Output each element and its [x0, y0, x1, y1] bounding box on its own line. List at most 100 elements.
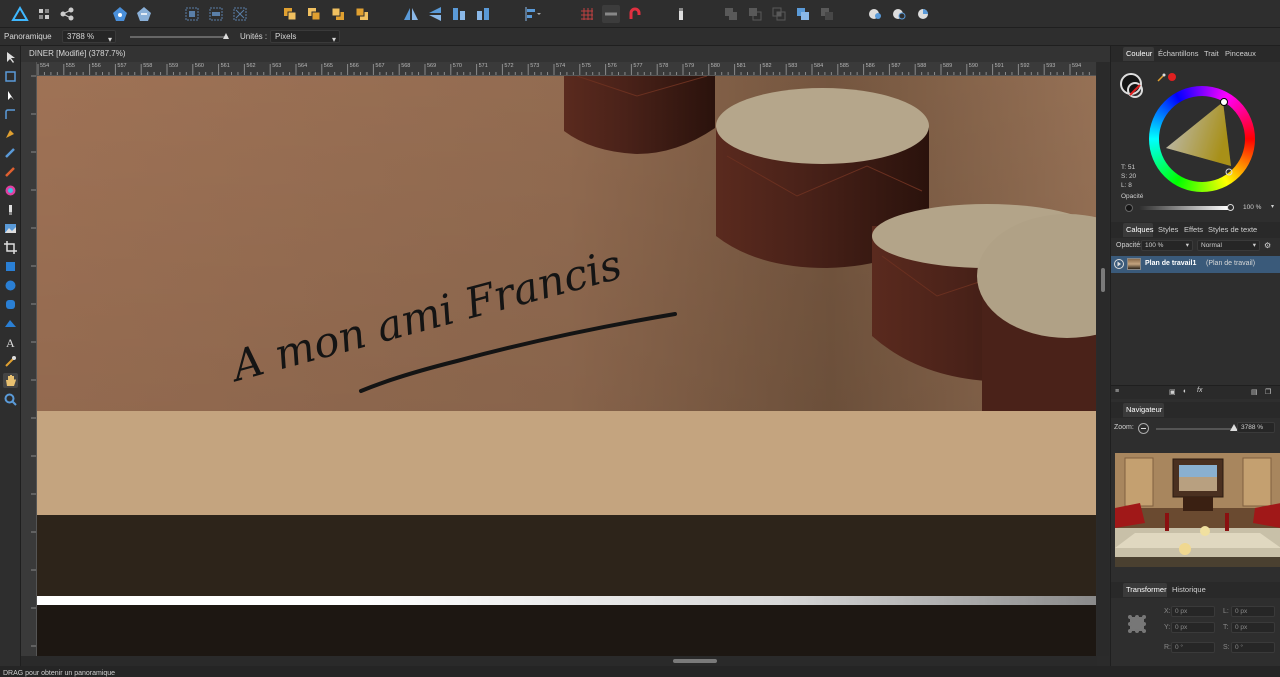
- tab-brushes[interactable]: Pinceaux: [1225, 49, 1256, 58]
- navigator-preview[interactable]: [1115, 453, 1280, 567]
- place-image-tool-icon[interactable]: [3, 221, 18, 236]
- fill-stroke-swatch-icon[interactable]: [1117, 70, 1151, 104]
- arrange-icon[interactable]: [231, 5, 249, 23]
- zoom-slider[interactable]: [130, 33, 229, 39]
- insert-icon[interactable]: [672, 5, 690, 23]
- units-select[interactable]: Pixels ▾: [270, 30, 340, 44]
- align-icon[interactable]: [207, 5, 225, 23]
- add-layer-icon[interactable]: ▤: [1251, 388, 1258, 396]
- anchor-point-selector-icon[interactable]: [1125, 612, 1149, 636]
- move-tool-icon[interactable]: [3, 50, 18, 65]
- transform-icon[interactable]: [183, 5, 201, 23]
- layer-visibility-icon[interactable]: [1114, 259, 1124, 269]
- arrange-forward-icon[interactable]: [329, 5, 347, 23]
- persona-export-icon[interactable]: [58, 5, 76, 23]
- x-field[interactable]: 0 px: [1171, 606, 1215, 617]
- tab-navigator[interactable]: Navigateur: [1126, 405, 1162, 414]
- zoom-slider-handle[interactable]: [223, 33, 229, 39]
- color-wheel[interactable]: [1149, 86, 1255, 192]
- fx-icon[interactable]: fx: [1197, 387, 1202, 394]
- horizontal-scrollbar[interactable]: [21, 656, 1097, 666]
- chevron-down-icon[interactable]: ▾: [1271, 203, 1274, 210]
- artboard-tool-icon[interactable]: [3, 69, 18, 84]
- width-field[interactable]: 0 px: [1231, 606, 1275, 617]
- recent-color-swatch[interactable]: [1168, 73, 1176, 81]
- tab-transform[interactable]: Transformer: [1126, 585, 1167, 594]
- shear-field[interactable]: 0 °: [1231, 642, 1275, 653]
- snapping-icon[interactable]: [135, 5, 153, 23]
- persona-pixel-icon[interactable]: [35, 5, 53, 23]
- nav-zoom-field[interactable]: 3788 %: [1237, 422, 1275, 433]
- rotate-left-icon[interactable]: [450, 5, 468, 23]
- gear-icon[interactable]: ⚙: [1264, 241, 1271, 250]
- opacity-slider-handle[interactable]: [1227, 204, 1234, 211]
- corner-tool-icon[interactable]: [3, 107, 18, 122]
- boolean-intersect-icon[interactable]: [770, 5, 788, 23]
- arrange-back-icon[interactable]: [281, 5, 299, 23]
- tab-stroke[interactable]: Trait: [1204, 49, 1219, 58]
- vertical-scroll-thumb[interactable]: [1101, 268, 1105, 292]
- tab-layers[interactable]: Calques: [1126, 225, 1154, 234]
- hand-tool-icon[interactable]: [3, 373, 18, 388]
- blend-mode-select[interactable]: Normal ▾: [1197, 240, 1260, 251]
- tab-text-styles[interactable]: Styles de texte: [1208, 225, 1257, 234]
- pencil-tool-icon[interactable]: [3, 145, 18, 160]
- opacity-slider[interactable]: [1139, 204, 1234, 211]
- shape-tool-icon[interactable]: [3, 316, 18, 331]
- color-picker-icon[interactable]: [1157, 72, 1167, 82]
- brush-tool-icon[interactable]: [3, 164, 18, 179]
- layers-options-icon[interactable]: ≡: [1115, 388, 1119, 395]
- boolean-combine-icon[interactable]: [866, 5, 884, 23]
- duplicate-layer-icon[interactable]: ❐: [1265, 388, 1271, 396]
- rectangle-tool-icon[interactable]: [3, 259, 18, 274]
- arrange-front-icon[interactable]: [353, 5, 371, 23]
- color-picker-tool-icon[interactable]: [3, 354, 18, 369]
- boolean-divide-icon[interactable]: [818, 5, 836, 23]
- flip-vertical-icon[interactable]: [426, 5, 444, 23]
- saturation-handle[interactable]: [1225, 168, 1233, 176]
- tab-swatches[interactable]: Échantillons: [1158, 49, 1198, 58]
- flip-horizontal-icon[interactable]: [402, 5, 420, 23]
- tab-styles[interactable]: Styles: [1158, 225, 1178, 234]
- adjustment-icon[interactable]: ◐: [1183, 388, 1187, 395]
- alignment-icon[interactable]: [523, 5, 541, 23]
- zoom-out-icon[interactable]: [1138, 423, 1149, 434]
- snap-icon[interactable]: [602, 5, 620, 23]
- rotate-right-icon[interactable]: [474, 5, 492, 23]
- clip-icon[interactable]: [914, 5, 932, 23]
- y-field[interactable]: 0 px: [1171, 622, 1215, 633]
- document-canvas[interactable]: A mon ami Francis: [37, 76, 1096, 656]
- boolean-add-icon[interactable]: [722, 5, 740, 23]
- layer-opacity-field[interactable]: 100 % ▾: [1141, 240, 1193, 251]
- tab-color[interactable]: Couleur: [1126, 49, 1152, 58]
- boolean-subtract-icon[interactable]: [746, 5, 764, 23]
- magnet-icon[interactable]: [626, 5, 644, 23]
- boolean-xor-icon[interactable]: [794, 5, 812, 23]
- transparency-tool-icon[interactable]: [3, 202, 18, 217]
- pen-tool-icon[interactable]: [3, 126, 18, 141]
- layer-row[interactable]: Plan de travail1 (Plan de travail): [1111, 256, 1280, 273]
- grid-icon[interactable]: [578, 5, 596, 23]
- mask-icon[interactable]: ▣: [1169, 388, 1176, 396]
- ellipse-tool-icon[interactable]: [3, 278, 18, 293]
- geometry-icon[interactable]: [890, 5, 908, 23]
- rounded-rectangle-tool-icon[interactable]: [3, 297, 18, 312]
- node-tool-icon[interactable]: [3, 88, 18, 103]
- zoom-field[interactable]: 3788 % ▾: [62, 30, 116, 44]
- height-field[interactable]: 0 px: [1231, 622, 1275, 633]
- vertical-scrollbar[interactable]: [1097, 62, 1109, 656]
- zoom-tool-icon[interactable]: [3, 392, 18, 407]
- arrange-backward-icon[interactable]: [305, 5, 323, 23]
- nav-zoom-slider[interactable]: [1156, 424, 1238, 431]
- rotation-field[interactable]: 0 °: [1171, 642, 1215, 653]
- tab-effects[interactable]: Effets: [1184, 225, 1203, 234]
- assistant-icon[interactable]: [111, 5, 129, 23]
- persona-designer-icon[interactable]: [11, 5, 29, 23]
- document-tab[interactable]: DINER [Modifié] (3787.7%): [21, 46, 1110, 62]
- horizontal-scroll-thumb[interactable]: [673, 659, 717, 663]
- crop-tool-icon[interactable]: [3, 240, 18, 255]
- fill-tool-icon[interactable]: [3, 183, 18, 198]
- tab-history[interactable]: Historique: [1172, 585, 1206, 594]
- hue-handle[interactable]: [1220, 98, 1228, 106]
- text-tool-icon[interactable]: A: [3, 335, 18, 350]
